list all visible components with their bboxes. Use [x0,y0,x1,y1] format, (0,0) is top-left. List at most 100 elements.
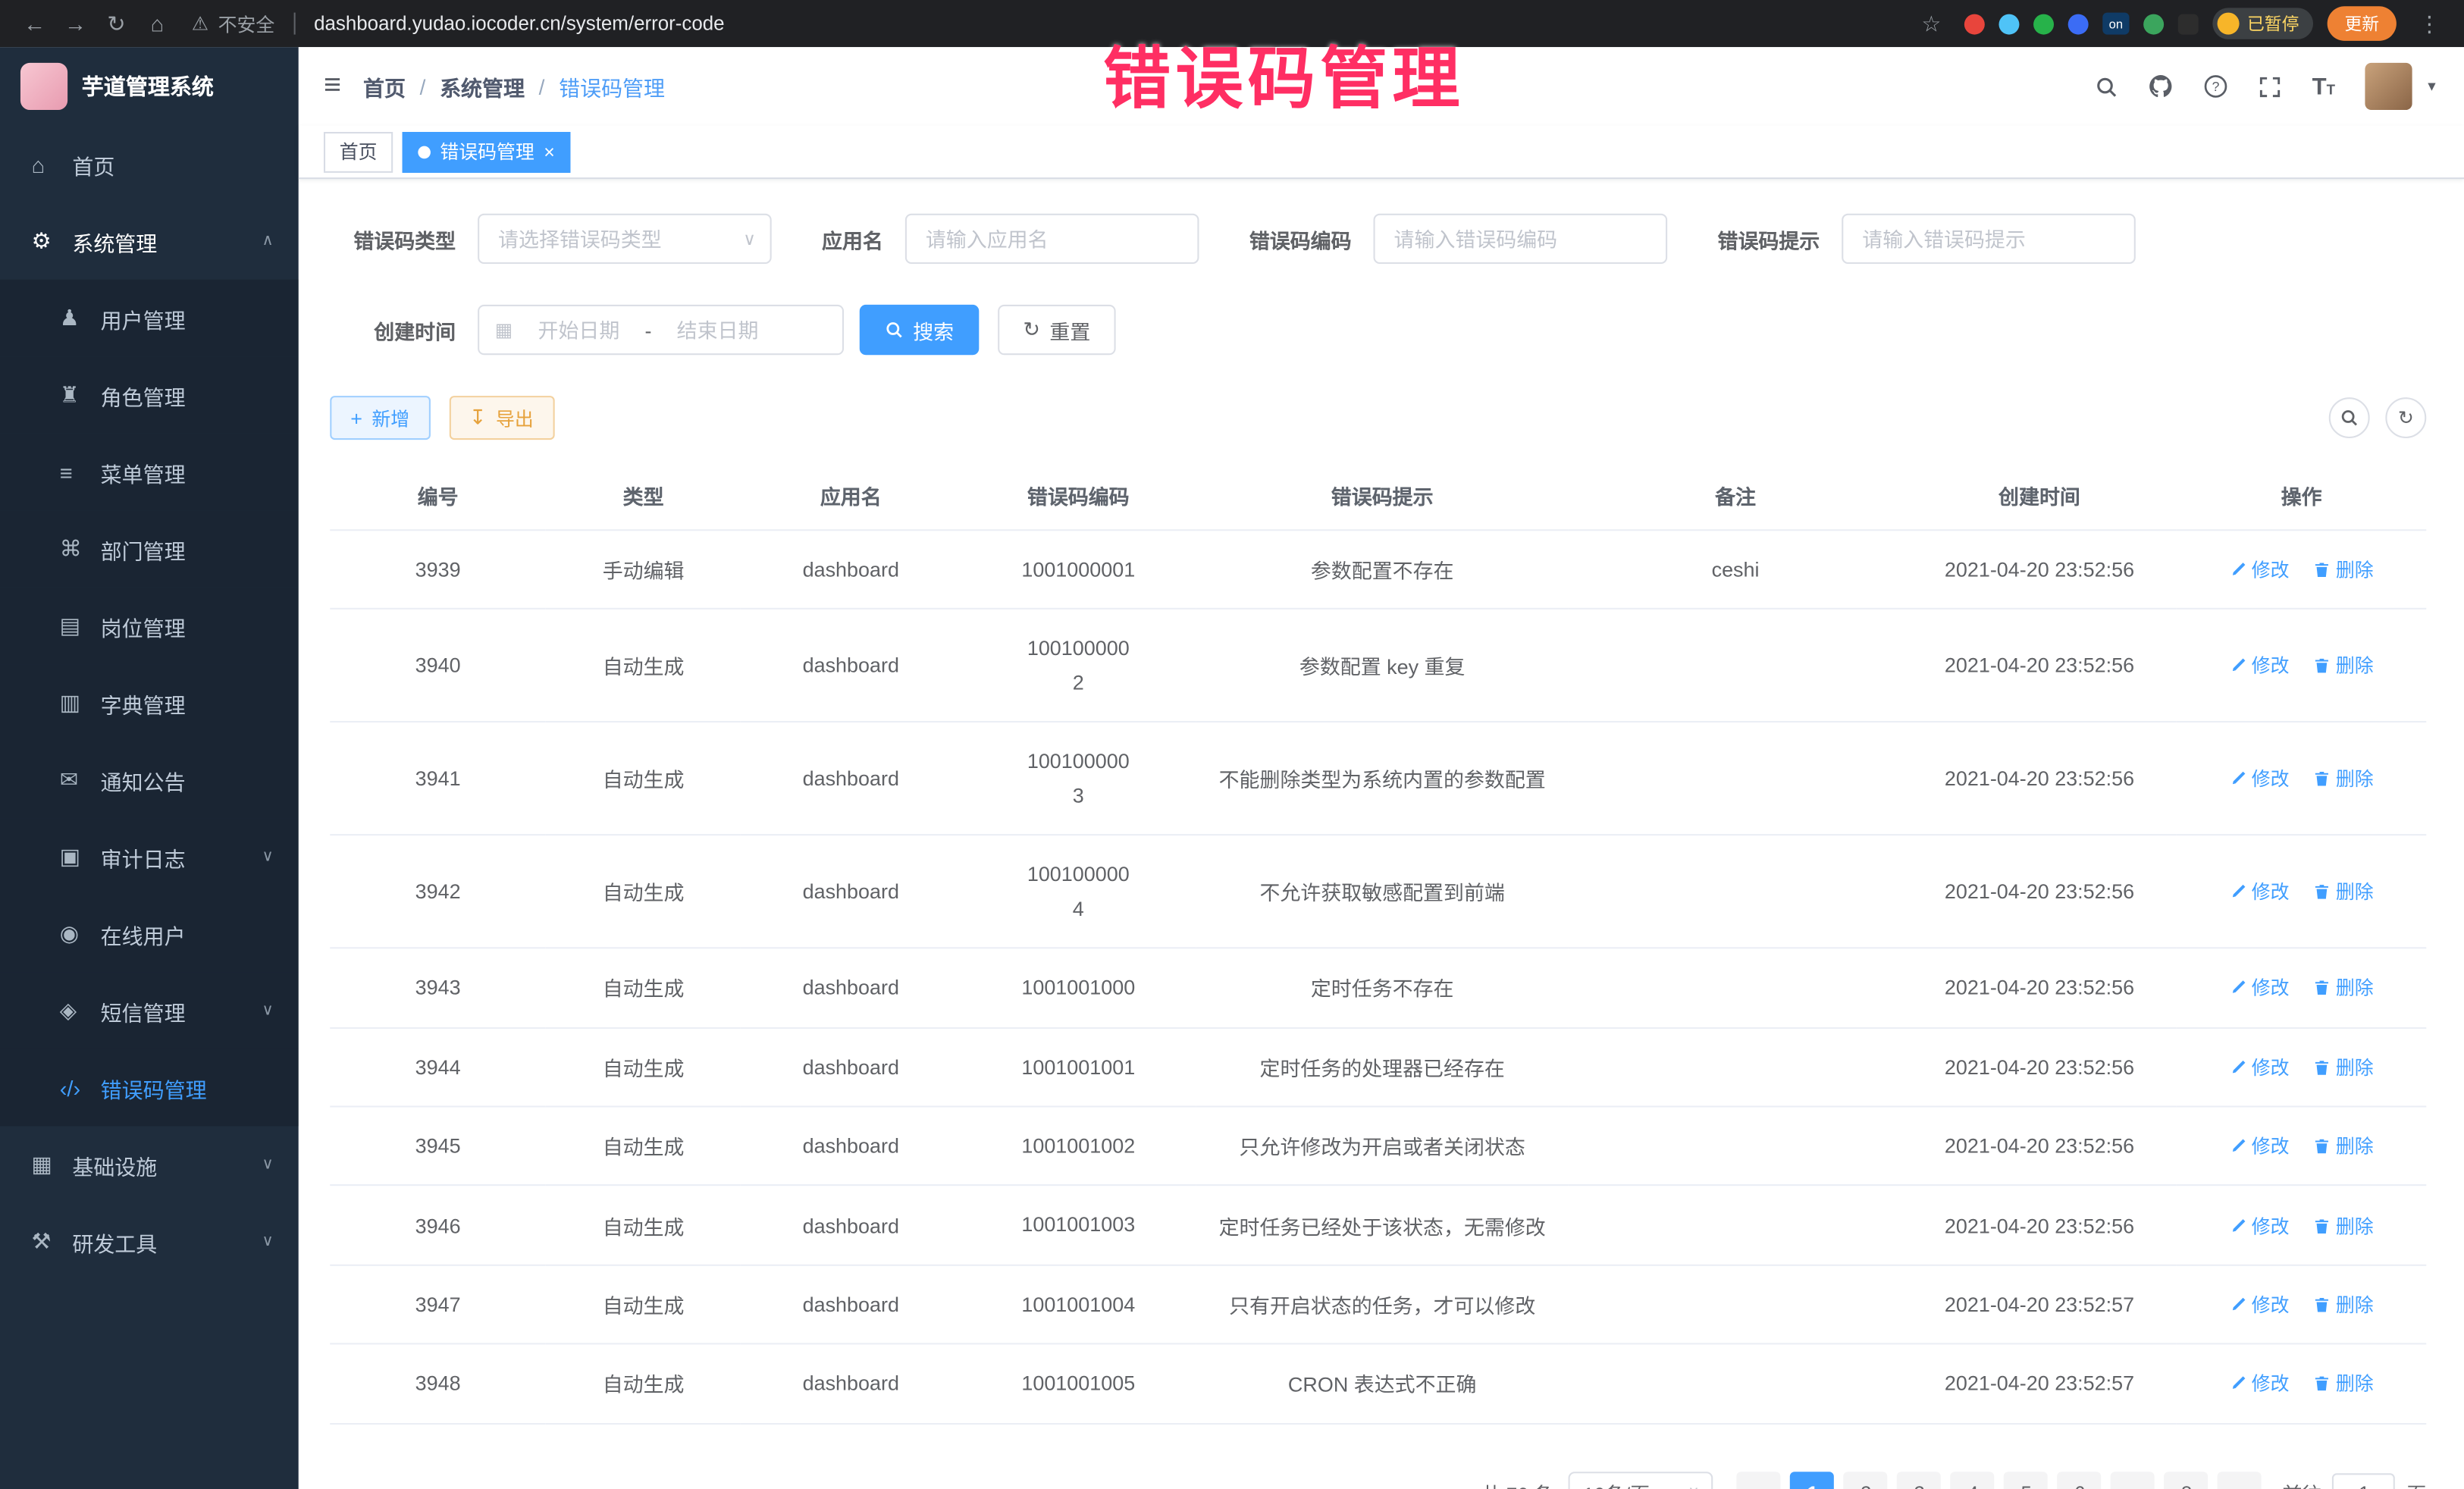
sidebar-item-dept[interactable]: ⌘ 部门管理 [0,510,299,588]
page-button[interactable]: 5 [2005,1472,2049,1489]
search-button[interactable]: 搜索 [860,305,980,355]
page-size-select[interactable]: 10条/页 ∨ [1569,1472,1714,1489]
create-time-label: 创建时间 [330,315,456,344]
goto-page-input[interactable] [2333,1473,2396,1489]
app-name-input[interactable] [905,214,1199,264]
page-ellipsis[interactable]: ··· [2111,1472,2155,1489]
forward-icon[interactable]: → [57,11,95,36]
delete-link[interactable]: 删除 [2314,878,2374,904]
tags-bar: 首页 错误码管理 × [299,126,2464,179]
page-button[interactable]: 8 [2165,1472,2209,1489]
date-end-input[interactable] [661,318,774,342]
edit-link[interactable]: 修改 [2230,765,2290,792]
delete-link[interactable]: 删除 [2314,653,2374,679]
delete-link[interactable]: 删除 [2314,1291,2374,1318]
error-type-select-input[interactable] [478,214,772,264]
breadcrumb-item[interactable]: 系统管理 [440,71,525,102]
delete-link[interactable]: 删除 [2314,1212,2374,1239]
add-button[interactable]: + 新增 [330,396,430,440]
export-button[interactable]: ↧ 导出 [449,396,554,440]
delete-link[interactable]: 删除 [2314,1054,2374,1080]
sidebar-item-online-user[interactable]: ◉ 在线用户 [0,895,299,973]
sidebar-item-audit-log[interactable]: ▣ 审计日志 ∨ [0,818,299,895]
edit-link[interactable]: 修改 [2230,1054,2290,1080]
delete-link[interactable]: 删除 [2314,556,2374,583]
sidebar-item-sms[interactable]: ◈ 短信管理 ∨ [0,972,299,1049]
sidebar-item-menu[interactable]: ≡ 菜单管理 [0,434,299,511]
profile-paused-chip[interactable]: 已暂停 [2212,8,2313,39]
delete-link[interactable]: 删除 [2314,974,2374,1001]
extension-icon[interactable] [2068,14,2089,34]
cell-actions: 修改 删除 [2177,1344,2426,1423]
sidebar-item-notice[interactable]: ✉ 通知公告 [0,741,299,819]
reload-icon[interactable]: ↻ [98,10,136,36]
help-icon[interactable]: ? [2204,74,2229,99]
edit-link[interactable]: 修改 [2230,878,2290,904]
edit-link[interactable]: 修改 [2230,556,2290,583]
avatar-caret-icon[interactable]: ▾ [2428,78,2435,96]
extension-icon[interactable] [1998,14,2019,34]
page-button[interactable]: 3 [1898,1472,1942,1489]
extension-icon[interactable] [1964,14,1985,34]
browser-update-button[interactable]: 更新 [2328,6,2397,41]
edit-link[interactable]: 修改 [2230,653,2290,679]
pencil-icon [2230,1296,2247,1313]
sidebar-item-error-code[interactable]: ‹/› 错误码管理 [0,1049,299,1127]
page-button[interactable]: 6 [2058,1472,2102,1489]
sidebar-item-system[interactable]: ⚙ 系统管理 ∧ [0,202,299,280]
puzzle-extension-icon[interactable] [2178,14,2199,34]
edit-link[interactable]: 修改 [2230,1291,2290,1318]
toggle-search-button[interactable] [2329,397,2370,438]
prev-page-button[interactable]: ‹ [1737,1472,1781,1489]
sidebar-item-dict[interactable]: ▥ 字典管理 [0,664,299,741]
edit-link[interactable]: 修改 [2230,974,2290,1001]
date-start-input[interactable] [522,318,635,342]
breadcrumb-item[interactable]: 首页 [363,71,406,102]
page-button-active[interactable]: 1 [1791,1472,1835,1489]
tag-view[interactable]: 错误码管理 × [403,131,571,172]
font-size-icon[interactable]: TT [2312,73,2335,99]
edit-link[interactable]: 修改 [2230,1371,2290,1397]
extension-icon[interactable] [2143,14,2164,34]
error-msg-input[interactable] [1842,214,2136,264]
error-code-input[interactable] [1374,214,1668,264]
next-page-button[interactable]: › [2218,1472,2262,1489]
error-type-label: 错误码类型 [330,224,456,253]
breadcrumb-item[interactable]: 错误码管理 [559,71,665,102]
fullscreen-icon[interactable] [2259,74,2282,98]
reset-button[interactable]: ↻ 重置 [998,305,1115,355]
error-type-select[interactable]: ∨ [478,214,772,264]
cell-msg: 只允许修改为开启或者关闭状态 [1196,1106,1569,1185]
sidebar-item-devtool[interactable]: ⚒ 研发工具 ∨ [0,1203,299,1281]
date-range-picker[interactable]: ▦ - [478,305,844,355]
page-button[interactable]: 4 [1951,1472,1995,1489]
sidebar-item-post[interactable]: ▤ 岗位管理 [0,588,299,665]
refresh-table-button[interactable]: ↻ [2385,397,2426,438]
sidebar-item-user[interactable]: ♟ 用户管理 [0,280,299,357]
address-bar[interactable]: ⚠ 不安全 dashboard.yudao.iocoder.cn/system/… [192,10,725,36]
column-header: 错误码提示 [1196,462,1569,530]
sidebar-item-home[interactable]: ⌂ 首页 [0,126,299,203]
bookmark-star-icon[interactable]: ☆ [1912,10,1950,36]
sidebar-item-role[interactable]: ♜ 角色管理 [0,356,299,434]
close-icon[interactable]: × [544,142,555,161]
delete-link[interactable]: 删除 [2314,1371,2374,1397]
github-icon[interactable] [2149,74,2174,99]
browser-menu-icon[interactable]: ⋮ [2411,10,2449,36]
extension-on-badge[interactable]: on [2102,13,2129,35]
edit-link[interactable]: 修改 [2230,1133,2290,1159]
home-icon[interactable]: ⌂ [138,11,176,36]
back-icon[interactable]: ← [16,11,54,36]
extension-icon[interactable] [2033,14,2054,34]
url-text[interactable]: dashboard.yudao.iocoder.cn/system/error-… [314,13,725,35]
hamburger-icon[interactable]: ≡ [324,69,341,104]
app-logo[interactable]: 芋道管理系统 [0,47,299,126]
page-button[interactable]: 2 [1844,1472,1888,1489]
sidebar-item-infra[interactable]: ▦ 基础设施 ∨ [0,1126,299,1203]
tag-view[interactable]: 首页 [324,131,393,172]
user-avatar[interactable] [2365,63,2412,110]
delete-link[interactable]: 删除 [2314,1133,2374,1159]
search-icon[interactable] [2096,74,2119,98]
edit-link[interactable]: 修改 [2230,1212,2290,1239]
delete-link[interactable]: 删除 [2314,765,2374,792]
